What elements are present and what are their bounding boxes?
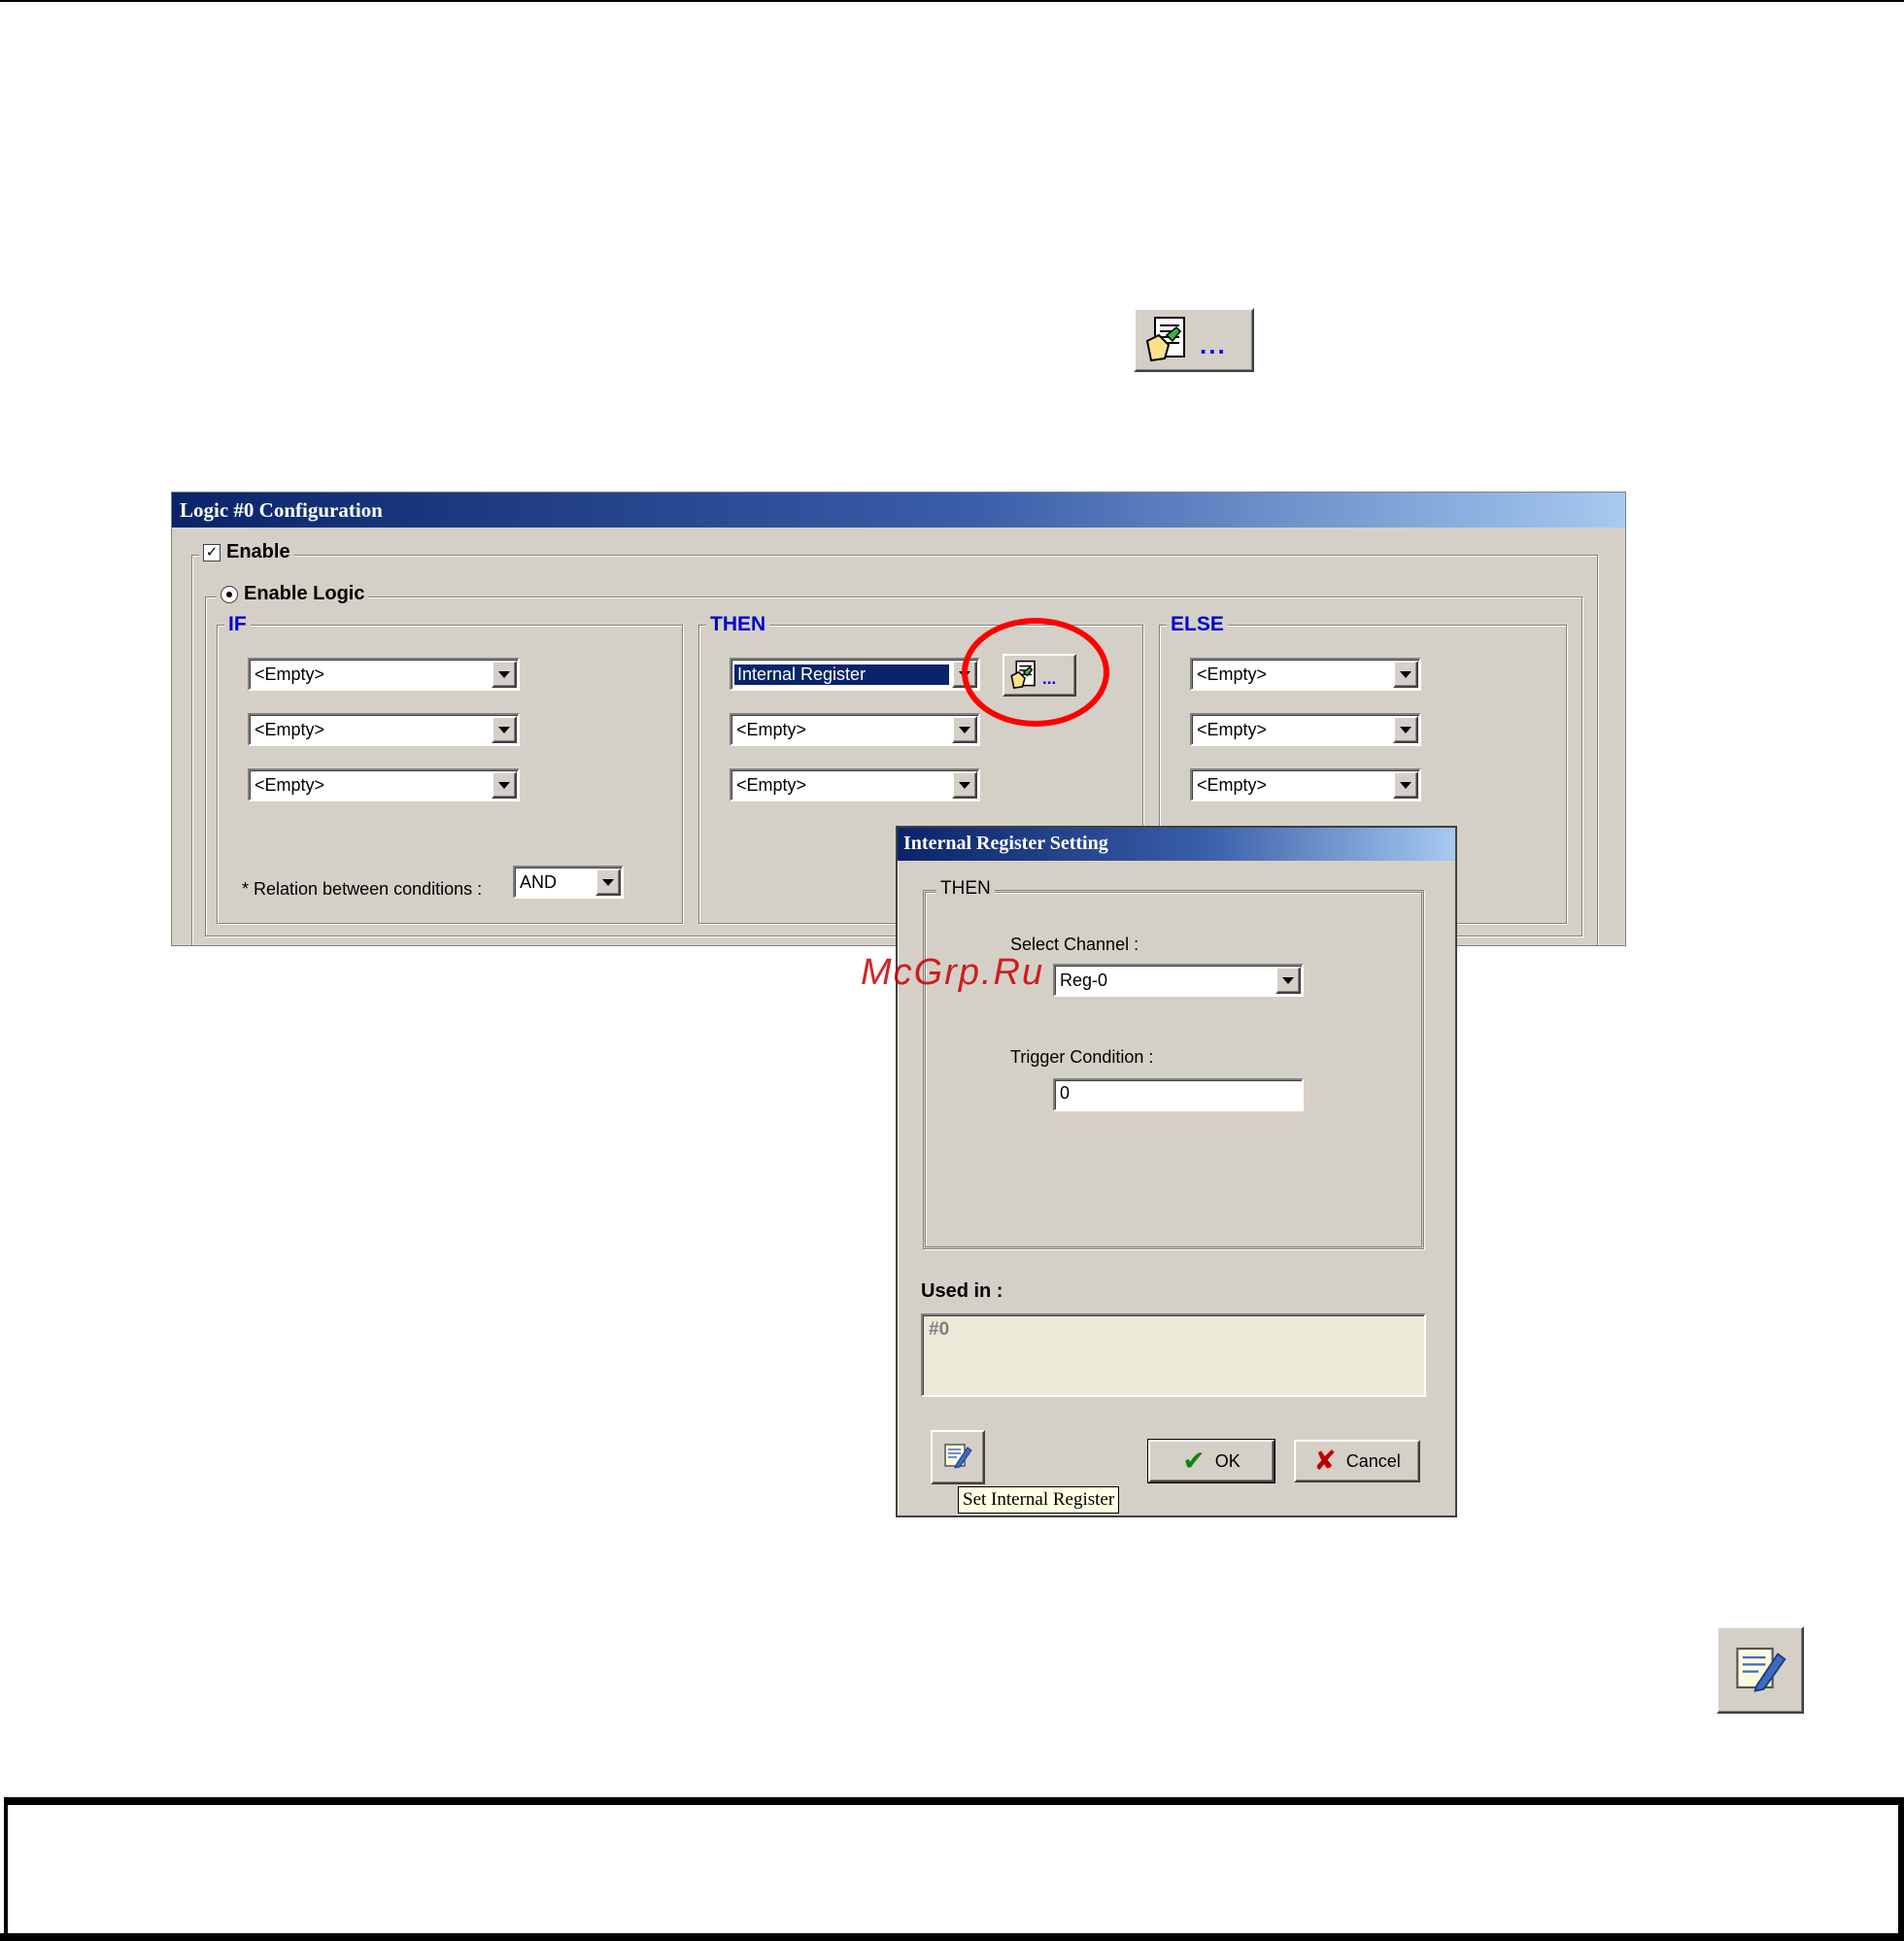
chevron-down-icon[interactable] [1393,661,1418,688]
watermark: McGrp.Ru [861,952,1045,993]
enable-label: Enable [226,541,290,562]
if-legend: IF [224,613,251,636]
combo-value: <Empty> [1197,664,1268,684]
chevron-down-icon[interactable] [1393,771,1418,799]
set-internal-register-button[interactable] [931,1430,985,1484]
then-settings-group [923,890,1424,1249]
chevron-down-icon[interactable] [1275,967,1301,994]
else-legend: ELSE [1167,613,1228,636]
else-action-3-select[interactable]: <Empty> [1190,768,1421,801]
then-legend: THEN [706,613,770,636]
internal-register-config-button[interactable]: ... [1134,308,1254,372]
cancel-button[interactable]: ✘ Cancel [1294,1440,1420,1482]
combo-value: <Empty> [255,774,325,795]
combo-value: <Empty> [255,664,325,684]
chevron-down-icon[interactable] [952,771,977,799]
highlight-circle [962,618,1109,727]
trigger-condition-input[interactable]: 0 [1053,1078,1304,1111]
else-action-1-select[interactable]: <Empty> [1190,658,1421,691]
then-action-2-select[interactable]: <Empty> [730,713,980,746]
enable-logic-label: Enable Logic [244,583,365,604]
then-action-1-select[interactable]: Internal Register [730,658,980,691]
footer-box [4,1797,1904,1941]
relation-select[interactable]: AND [513,866,624,899]
chevron-down-icon[interactable] [952,716,977,743]
chevron-down-icon[interactable] [595,868,621,896]
relation-label: * Relation between conditions : [242,879,483,899]
chevron-down-icon[interactable] [492,771,517,799]
footer-rule [0,1933,1904,1941]
internal-register-dialog: Internal Register Setting THEN Select Ch… [896,826,1457,1517]
if-condition-3-select[interactable]: <Empty> [248,768,520,801]
used-in-label: Used in : [921,1280,1003,1302]
if-condition-2-select[interactable]: <Empty> [248,713,520,746]
combo-value: AND [520,871,558,892]
ok-label: OK [1214,1450,1241,1471]
close-icon: ✘ [1313,1446,1337,1476]
edit-notepad-icon [1732,1640,1788,1701]
radio-selected-icon[interactable] [221,585,238,603]
then-settings-legend: THEN [936,878,995,900]
document-hand-icon [1145,316,1192,364]
used-in-list: #0 [921,1313,1426,1397]
combo-value: <Empty> [1197,774,1268,795]
then-action-3-select[interactable]: <Empty> [730,768,980,801]
tooltip: Set Internal Register [958,1486,1120,1514]
else-action-2-select[interactable]: <Empty> [1190,713,1421,746]
chevron-down-icon[interactable] [492,716,517,743]
combo-value: <Empty> [736,774,807,795]
check-icon: ✔ [1182,1446,1206,1476]
chevron-down-icon[interactable] [492,661,517,688]
ok-button[interactable]: ✔ OK [1147,1439,1275,1483]
ellipsis-label: ... [1200,329,1227,359]
combo-value: <Empty> [255,719,325,739]
combo-value: <Empty> [736,719,807,739]
cancel-label: Cancel [1345,1450,1401,1471]
if-condition-1-select[interactable]: <Empty> [248,658,520,691]
enable-checkbox[interactable]: ✓ Enable [199,541,294,563]
enable-check-icon[interactable]: ✓ [203,543,221,562]
dialog-title: Internal Register Setting [898,828,1455,861]
enable-logic-radio[interactable]: Enable Logic [217,583,369,605]
top-rule [0,0,1904,2]
window-title: Logic #0 Configuration [172,493,1625,528]
combo-value-selected: Internal Register [733,663,950,686]
chevron-down-icon[interactable] [1393,716,1418,743]
combo-value: Reg-0 [1060,970,1108,990]
combo-value: <Empty> [1197,719,1268,739]
select-channel-dropdown[interactable]: Reg-0 [1053,964,1304,997]
trigger-condition-label: Trigger Condition : [1010,1047,1154,1067]
edit-notepad-icon [942,1440,973,1476]
set-internal-register-icon-button[interactable] [1717,1626,1804,1714]
